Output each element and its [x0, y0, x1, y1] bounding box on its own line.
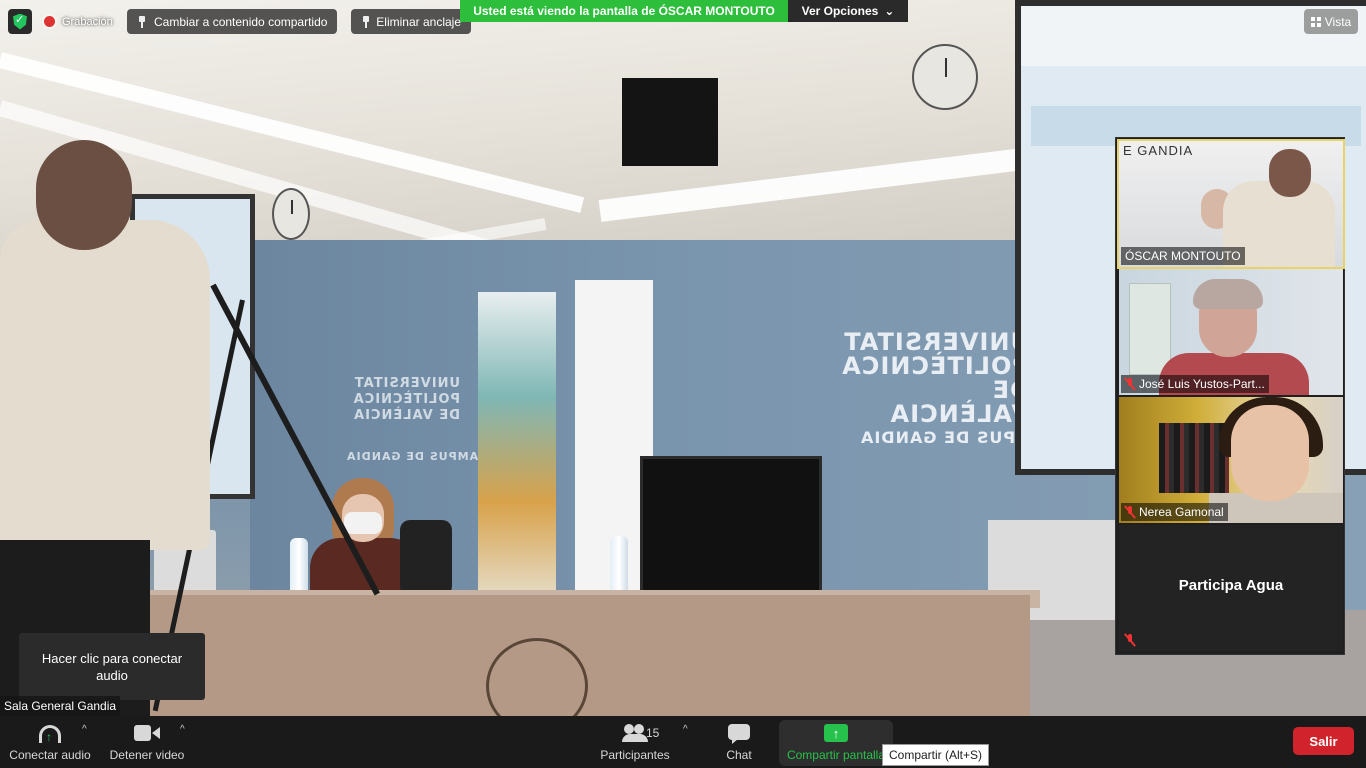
- switch-to-shared-content-button[interactable]: Cambiar a contenido compartido: [127, 9, 338, 34]
- chat-button[interactable]: Chat: [716, 720, 762, 766]
- join-audio-label: Conectar audio: [9, 748, 91, 762]
- mic-muted-icon: [1125, 378, 1135, 390]
- participant-tile[interactable]: Participa Agua: [1119, 525, 1343, 651]
- speaker-box: [622, 78, 718, 166]
- record-icon: [44, 16, 55, 27]
- pin-icon: [361, 15, 370, 28]
- participant-name: Nerea Gamonal: [1121, 503, 1228, 521]
- video-camera-icon: [134, 725, 160, 741]
- desk-monitor: [640, 456, 822, 598]
- chat-icon: [728, 724, 750, 744]
- wall-logo-left: UNIVERSITAT POLITÈCNICA DE VALÈNCIA: [352, 376, 460, 423]
- view-options-button[interactable]: Ver Opciones ⌄: [788, 0, 908, 22]
- participant-strip: E GANDIA ÓSCAR MONTOUTO José Luis Yustos…: [1115, 137, 1345, 655]
- chevron-up-icon[interactable]: ^: [82, 724, 87, 735]
- share-banner-text: Usted está viendo la pantalla de ÓSCAR M…: [460, 0, 788, 22]
- stop-video-button[interactable]: Detener video: [104, 720, 190, 766]
- connect-audio-popup[interactable]: Hacer clic para conectar audio: [19, 633, 205, 700]
- chair: [400, 520, 452, 596]
- mic-muted-icon: [1125, 634, 1135, 646]
- pin-icon: [137, 15, 147, 28]
- mic-muted-icon: [1125, 506, 1135, 518]
- unpin-label: Eliminar anclaje: [376, 14, 461, 29]
- share-tooltip: Compartir (Alt+S): [882, 744, 990, 766]
- meeting-toolbar: Conectar audio ^ Detener video ^ 15 Part…: [0, 716, 1366, 768]
- roll-up-banner: [478, 292, 556, 592]
- participant-display-name: Participa Agua: [1178, 577, 1284, 594]
- chevron-down-icon: ⌄: [884, 4, 895, 18]
- participants-label: Participantes: [600, 748, 670, 762]
- water-bottle: [610, 536, 628, 594]
- connect-audio-popup-text: Hacer clic para conectar audio: [41, 650, 183, 683]
- view-options-label: Ver Opciones: [801, 4, 879, 18]
- view-label: Vista: [1324, 14, 1352, 29]
- join-audio-button[interactable]: Conectar audio: [6, 720, 94, 766]
- view-button[interactable]: Vista: [1304, 9, 1358, 34]
- room-name-label: Sala General Gandia: [0, 696, 121, 716]
- security-shield-button[interactable]: [8, 9, 32, 34]
- presentation-desk: [150, 595, 1030, 716]
- participant-name-muted: [1121, 631, 1139, 649]
- participant-name: José Luis Yustos-Part...: [1121, 375, 1269, 393]
- grid-icon: [1310, 16, 1321, 27]
- recording-indicator[interactable]: Grabación: [38, 9, 119, 34]
- participants-button[interactable]: 15 Participantes: [596, 720, 674, 766]
- share-screen-icon: ↑: [824, 724, 848, 742]
- wall-clock: [912, 44, 978, 110]
- switch-shared-label: Cambiar a contenido compartido: [154, 14, 328, 29]
- recording-label: Grabación: [62, 15, 113, 28]
- participant-tile[interactable]: José Luis Yustos-Part...: [1119, 269, 1343, 395]
- share-screen-label: Compartir pantalla: [786, 748, 886, 762]
- stop-video-label: Detener video: [109, 748, 185, 762]
- tile-logo-text: E GANDIA: [1123, 143, 1194, 158]
- participants-count: 15: [646, 726, 660, 740]
- participant-name: ÓSCAR MONTOUTO: [1121, 247, 1245, 265]
- speaking-man: [0, 140, 215, 716]
- wall-clock-small: [272, 188, 310, 240]
- headphone-icon: [39, 725, 61, 744]
- shield-check-icon: [13, 13, 27, 30]
- chat-label: Chat: [726, 748, 752, 762]
- water-bottle: [290, 538, 308, 594]
- wall-logo-right: UNIVERSITAT POLITÈCNICA DE VALÈNCIA: [841, 328, 1030, 428]
- leave-button[interactable]: Salir: [1293, 727, 1354, 755]
- participants-icon: [622, 724, 648, 742]
- chevron-up-icon[interactable]: ^: [683, 724, 688, 735]
- unpin-button[interactable]: Eliminar anclaje: [351, 9, 471, 34]
- share-banner: Usted está viendo la pantalla de ÓSCAR M…: [460, 0, 908, 22]
- share-screen-button[interactable]: ↑ Compartir pantalla: [779, 720, 893, 766]
- participant-tile[interactable]: Nerea Gamonal: [1119, 397, 1343, 523]
- wall-campus-left: CAMPUS DE GANDIA: [346, 450, 488, 463]
- chevron-up-icon[interactable]: ^: [180, 724, 185, 735]
- participant-tile[interactable]: E GANDIA ÓSCAR MONTOUTO: [1117, 139, 1345, 269]
